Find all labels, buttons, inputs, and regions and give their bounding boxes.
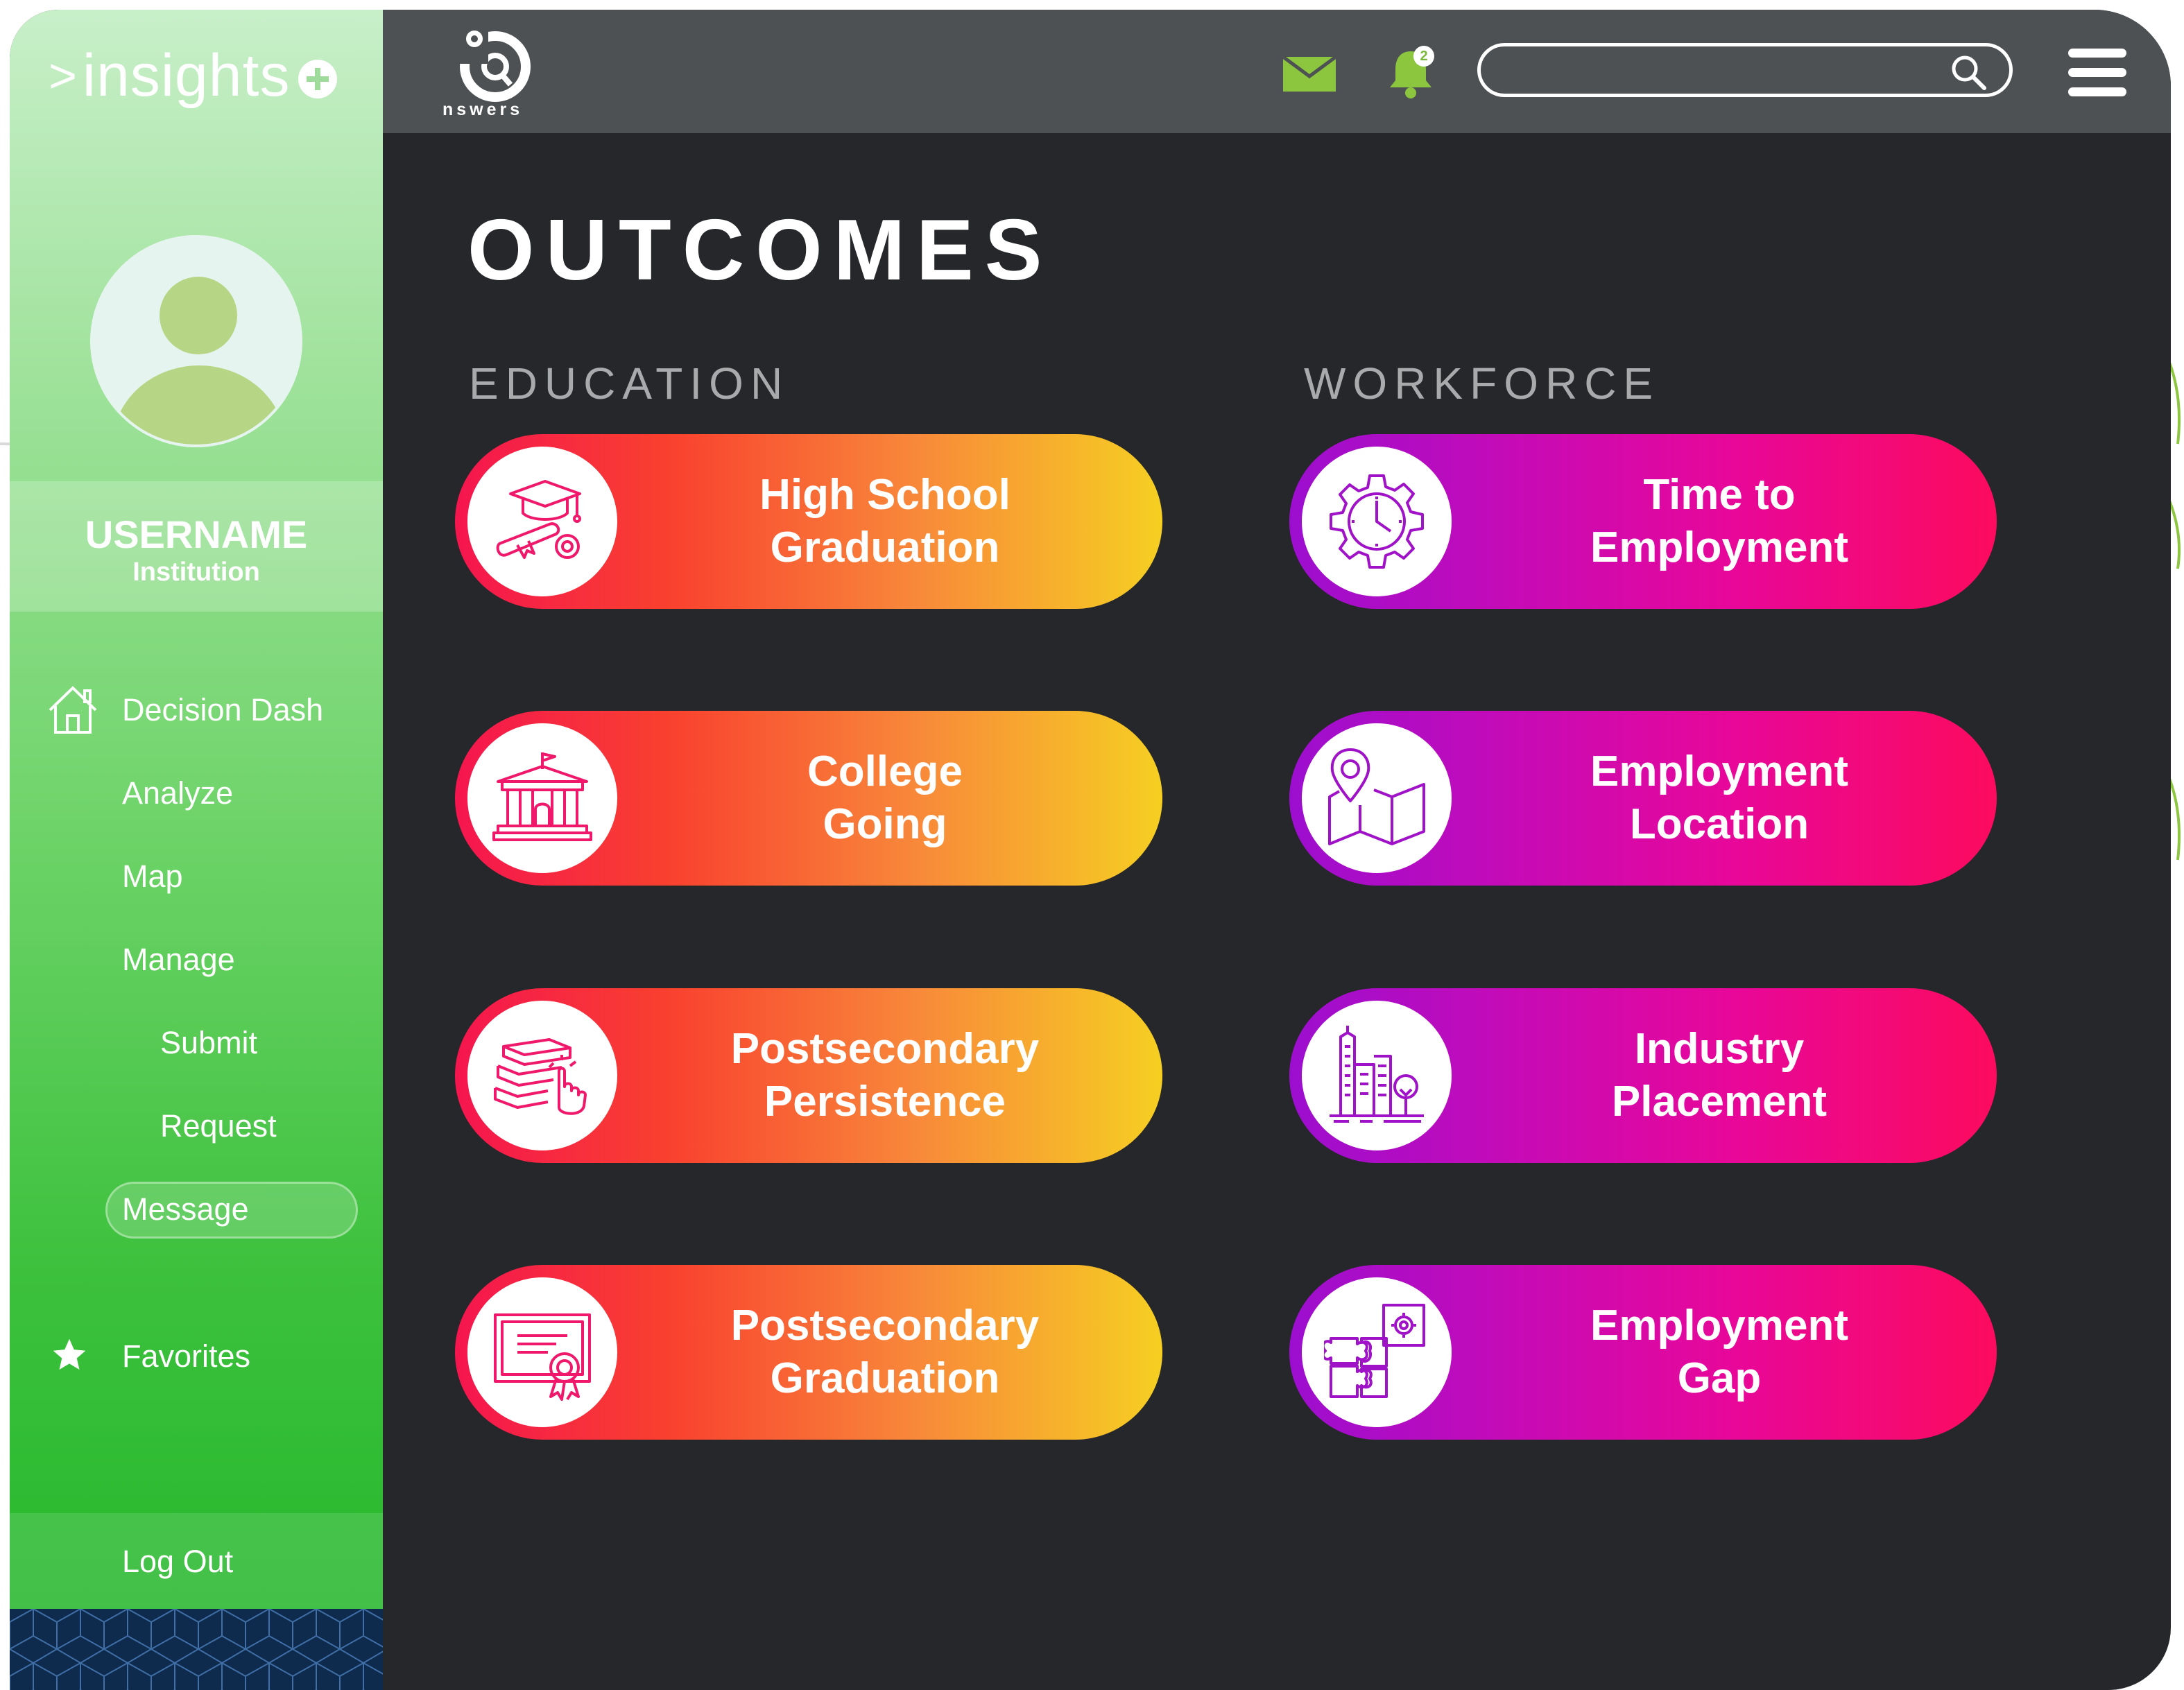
card-industry-placement[interactable]: Industry Placement <box>1289 988 1997 1163</box>
city-buildings-icon <box>1330 1026 1424 1123</box>
card-time-to-employment[interactable]: Time to Employment <box>1289 434 1997 609</box>
card-icon-circle <box>1302 723 1452 873</box>
brand-caret: > <box>49 49 77 103</box>
puzzle-icon <box>1324 1304 1425 1398</box>
card-label: High School Graduation <box>759 471 1011 571</box>
card-postsecondary-graduation[interactable]: Postsecondary Graduation <box>455 1265 1162 1440</box>
graduation-cap-diploma-icon <box>496 480 581 559</box>
card-label: Employment Gap <box>1590 1302 1849 1402</box>
card-employment-gap[interactable]: Employment Gap <box>1289 1265 1997 1440</box>
card-icon-circle <box>467 1001 617 1150</box>
nav-message[interactable]: Message <box>122 1189 249 1230</box>
card-label: College Going <box>807 748 963 848</box>
card-high-school-graduation[interactable]: High School Graduation <box>455 434 1162 609</box>
star-icon <box>53 1338 86 1370</box>
card-label: Postsecondary Persistence <box>730 1025 1040 1126</box>
logo-text: nswers <box>442 100 524 119</box>
user-info: USERNAME Institution <box>10 481 383 612</box>
nav-map[interactable]: Map <box>122 856 183 897</box>
nav-decision-dash[interactable]: Decision Dash <box>122 689 323 731</box>
username: USERNAME <box>85 512 308 556</box>
home-icon <box>49 686 97 734</box>
certificate-icon <box>494 1313 591 1401</box>
nav-favorites[interactable]: Favorites <box>122 1336 250 1377</box>
cube-pattern <box>10 1609 383 1690</box>
card-icon-circle <box>467 447 617 596</box>
top-bar: nswers 2 <box>383 10 2171 133</box>
institution: Institution <box>132 558 260 587</box>
card-icon-circle <box>1302 1277 1452 1427</box>
card-label: Industry Placement <box>1611 1025 1828 1126</box>
card-college-going[interactable]: College Going <box>455 711 1162 886</box>
avatar-head <box>160 277 237 354</box>
search-icon[interactable] <box>1950 53 1987 91</box>
card-label: Postsecondary Graduation <box>730 1302 1040 1402</box>
search-input[interactable] <box>1502 52 1948 89</box>
search-bar[interactable] <box>1477 43 2013 97</box>
sidebar: > insights USERNAME Institution Decision… <box>10 10 383 1690</box>
card-icon-circle <box>467 723 617 873</box>
avatar-body <box>112 365 286 445</box>
gear-clock-icon <box>1330 474 1424 569</box>
books-click-icon <box>494 1038 587 1115</box>
card-icon-circle <box>467 1277 617 1427</box>
brand-name: insights <box>82 42 291 109</box>
brand-logo[interactable]: > insights <box>49 37 338 114</box>
card-icon-circle <box>1302 1001 1452 1150</box>
plus-icon <box>298 60 338 98</box>
nav-submit[interactable]: Submit <box>160 1022 257 1064</box>
mail-icon[interactable] <box>1283 57 1336 92</box>
college-building-icon <box>492 752 592 841</box>
card-icon-circle <box>1302 447 1452 596</box>
notification-badge: 2 <box>1413 46 1434 67</box>
card-postsecondary-persistence[interactable]: Postsecondary Persistence <box>455 988 1162 1163</box>
app-window: > insights USERNAME Institution Decision… <box>10 10 2171 1690</box>
nav-analyze[interactable]: Analyze <box>122 773 233 814</box>
card-label: Employment Location <box>1590 748 1849 848</box>
hamburger-menu-icon[interactable] <box>2068 49 2126 97</box>
card-employment-location[interactable]: Employment Location <box>1289 711 1997 886</box>
education-section-label: EDUCATION <box>469 359 790 408</box>
avatar[interactable] <box>90 235 302 447</box>
logout-button[interactable]: Log Out <box>122 1541 233 1583</box>
card-label: Time to Employment <box>1590 471 1849 571</box>
nav-request[interactable]: Request <box>160 1105 277 1147</box>
page-title: OUTCOMES <box>467 202 1054 298</box>
map-pin-icon <box>1328 748 1425 845</box>
nav-manage[interactable]: Manage <box>122 939 235 981</box>
workforce-section-label: WORKFORCE <box>1304 359 1660 408</box>
